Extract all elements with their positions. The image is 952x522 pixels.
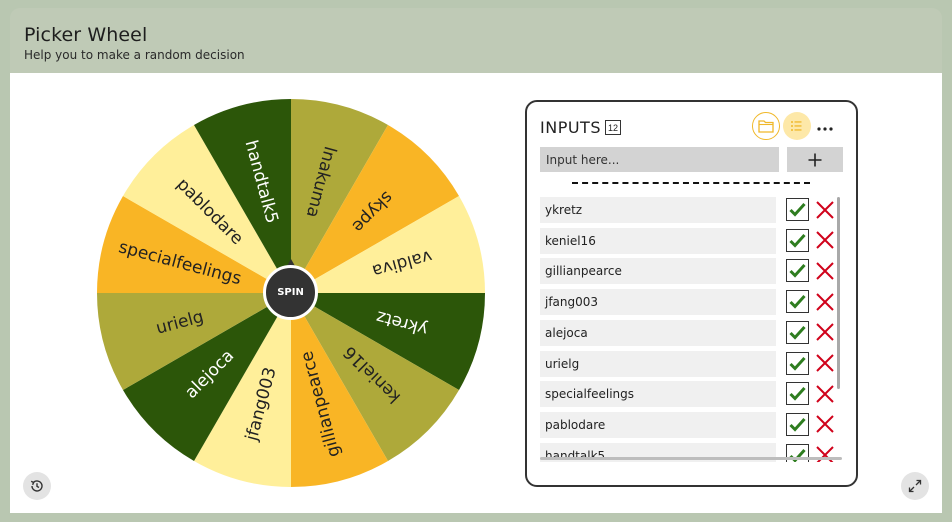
entry-toggle-checkbox[interactable] bbox=[786, 351, 809, 375]
checkmark-icon bbox=[789, 387, 806, 401]
inputs-panel: INPUTS 12 ykretzkeni bbox=[525, 100, 858, 487]
delete-x-icon bbox=[815, 354, 834, 372]
entry-list: ykretz keniel16 gillianpearce jfang003 alejo… bbox=[540, 197, 840, 462]
entry-toggle-checkbox[interactable] bbox=[786, 290, 809, 314]
checkmark-icon bbox=[789, 356, 806, 371]
delete-entry-button[interactable] bbox=[813, 198, 836, 221]
checkmark-icon bbox=[789, 325, 806, 340]
delete-entry-button[interactable] bbox=[813, 413, 836, 436]
entry-name[interactable]: pablodare bbox=[540, 411, 776, 438]
app-title: Picker Wheel bbox=[24, 24, 148, 46]
delete-x-icon bbox=[815, 200, 834, 219]
entry-toggle-checkbox[interactable] bbox=[786, 259, 809, 283]
entry-name[interactable]: jfang003 bbox=[540, 289, 776, 316]
entry-row: pablodare bbox=[540, 411, 840, 438]
entry-name[interactable]: keniel16 bbox=[540, 227, 776, 254]
checkmark-icon bbox=[789, 295, 806, 309]
inputs-count-badge: 12 bbox=[605, 120, 621, 135]
list-view-button[interactable] bbox=[783, 112, 811, 140]
delete-x-icon bbox=[815, 231, 834, 249]
entry-name[interactable]: urielg bbox=[540, 350, 776, 377]
horizontal-scrollbar[interactable] bbox=[540, 457, 842, 460]
entry-name[interactable]: alejoca bbox=[540, 319, 776, 346]
entry-row: jfang003 bbox=[540, 289, 840, 316]
entry-row: urielg bbox=[540, 350, 840, 377]
open-folder-button[interactable] bbox=[752, 112, 780, 140]
spin-button[interactable]: SPIN bbox=[263, 265, 318, 320]
history-icon bbox=[30, 480, 43, 492]
entry-row: ykretz bbox=[540, 197, 840, 223]
checkmark-icon bbox=[789, 202, 806, 217]
folder-icon bbox=[758, 120, 774, 133]
fullscreen-button[interactable] bbox=[901, 472, 929, 500]
inputs-title: INPUTS bbox=[540, 118, 601, 137]
divider bbox=[572, 182, 810, 184]
app-header: Picker Wheel Help you to make a random d… bbox=[10, 8, 942, 74]
entry-toggle-checkbox[interactable] bbox=[786, 228, 809, 252]
delete-entry-button[interactable] bbox=[813, 382, 836, 405]
delete-x-icon bbox=[815, 415, 834, 434]
checkmark-icon bbox=[789, 417, 806, 432]
plus-icon bbox=[808, 153, 822, 166]
delete-entry-button[interactable] bbox=[813, 259, 836, 282]
entry-row: gillianpearce bbox=[540, 258, 840, 285]
more-dots-icon bbox=[817, 127, 833, 131]
entry-toggle-checkbox[interactable] bbox=[786, 320, 809, 344]
entry-row: specialfeelings bbox=[540, 381, 840, 408]
delete-x-icon bbox=[815, 323, 834, 342]
expand-icon bbox=[908, 479, 922, 493]
entry-name[interactable]: gillianpearce bbox=[540, 258, 776, 285]
app-subtitle: Help you to make a random decision bbox=[24, 48, 245, 62]
entry-name[interactable]: ykretz bbox=[540, 197, 776, 223]
delete-entry-button[interactable] bbox=[813, 321, 836, 344]
entry-toggle-checkbox[interactable] bbox=[786, 382, 809, 406]
add-entry-button[interactable] bbox=[787, 147, 843, 172]
list-icon bbox=[791, 121, 802, 131]
input-field[interactable] bbox=[540, 147, 779, 172]
checkmark-icon bbox=[789, 264, 806, 279]
delete-entry-button[interactable] bbox=[813, 229, 836, 252]
delete-x-icon bbox=[815, 292, 834, 311]
entry-name[interactable]: specialfeelings bbox=[540, 381, 776, 408]
more-options-button[interactable] bbox=[817, 115, 833, 136]
delete-x-icon bbox=[815, 384, 834, 403]
delete-entry-button[interactable] bbox=[813, 352, 836, 375]
entry-toggle-checkbox[interactable] bbox=[786, 412, 809, 436]
delete-entry-button[interactable] bbox=[813, 290, 836, 313]
delete-x-icon bbox=[815, 262, 834, 280]
entry-row: alejoca bbox=[540, 319, 840, 346]
history-button[interactable] bbox=[23, 472, 51, 500]
entry-row: keniel16 bbox=[540, 227, 840, 254]
entry-toggle-checkbox[interactable] bbox=[786, 198, 809, 221]
checkmark-icon bbox=[789, 233, 806, 248]
vertical-scrollbar[interactable] bbox=[837, 197, 840, 389]
main-area: lnakuma skype valdiva ykretz keniel16 gillian… bbox=[10, 73, 942, 513]
